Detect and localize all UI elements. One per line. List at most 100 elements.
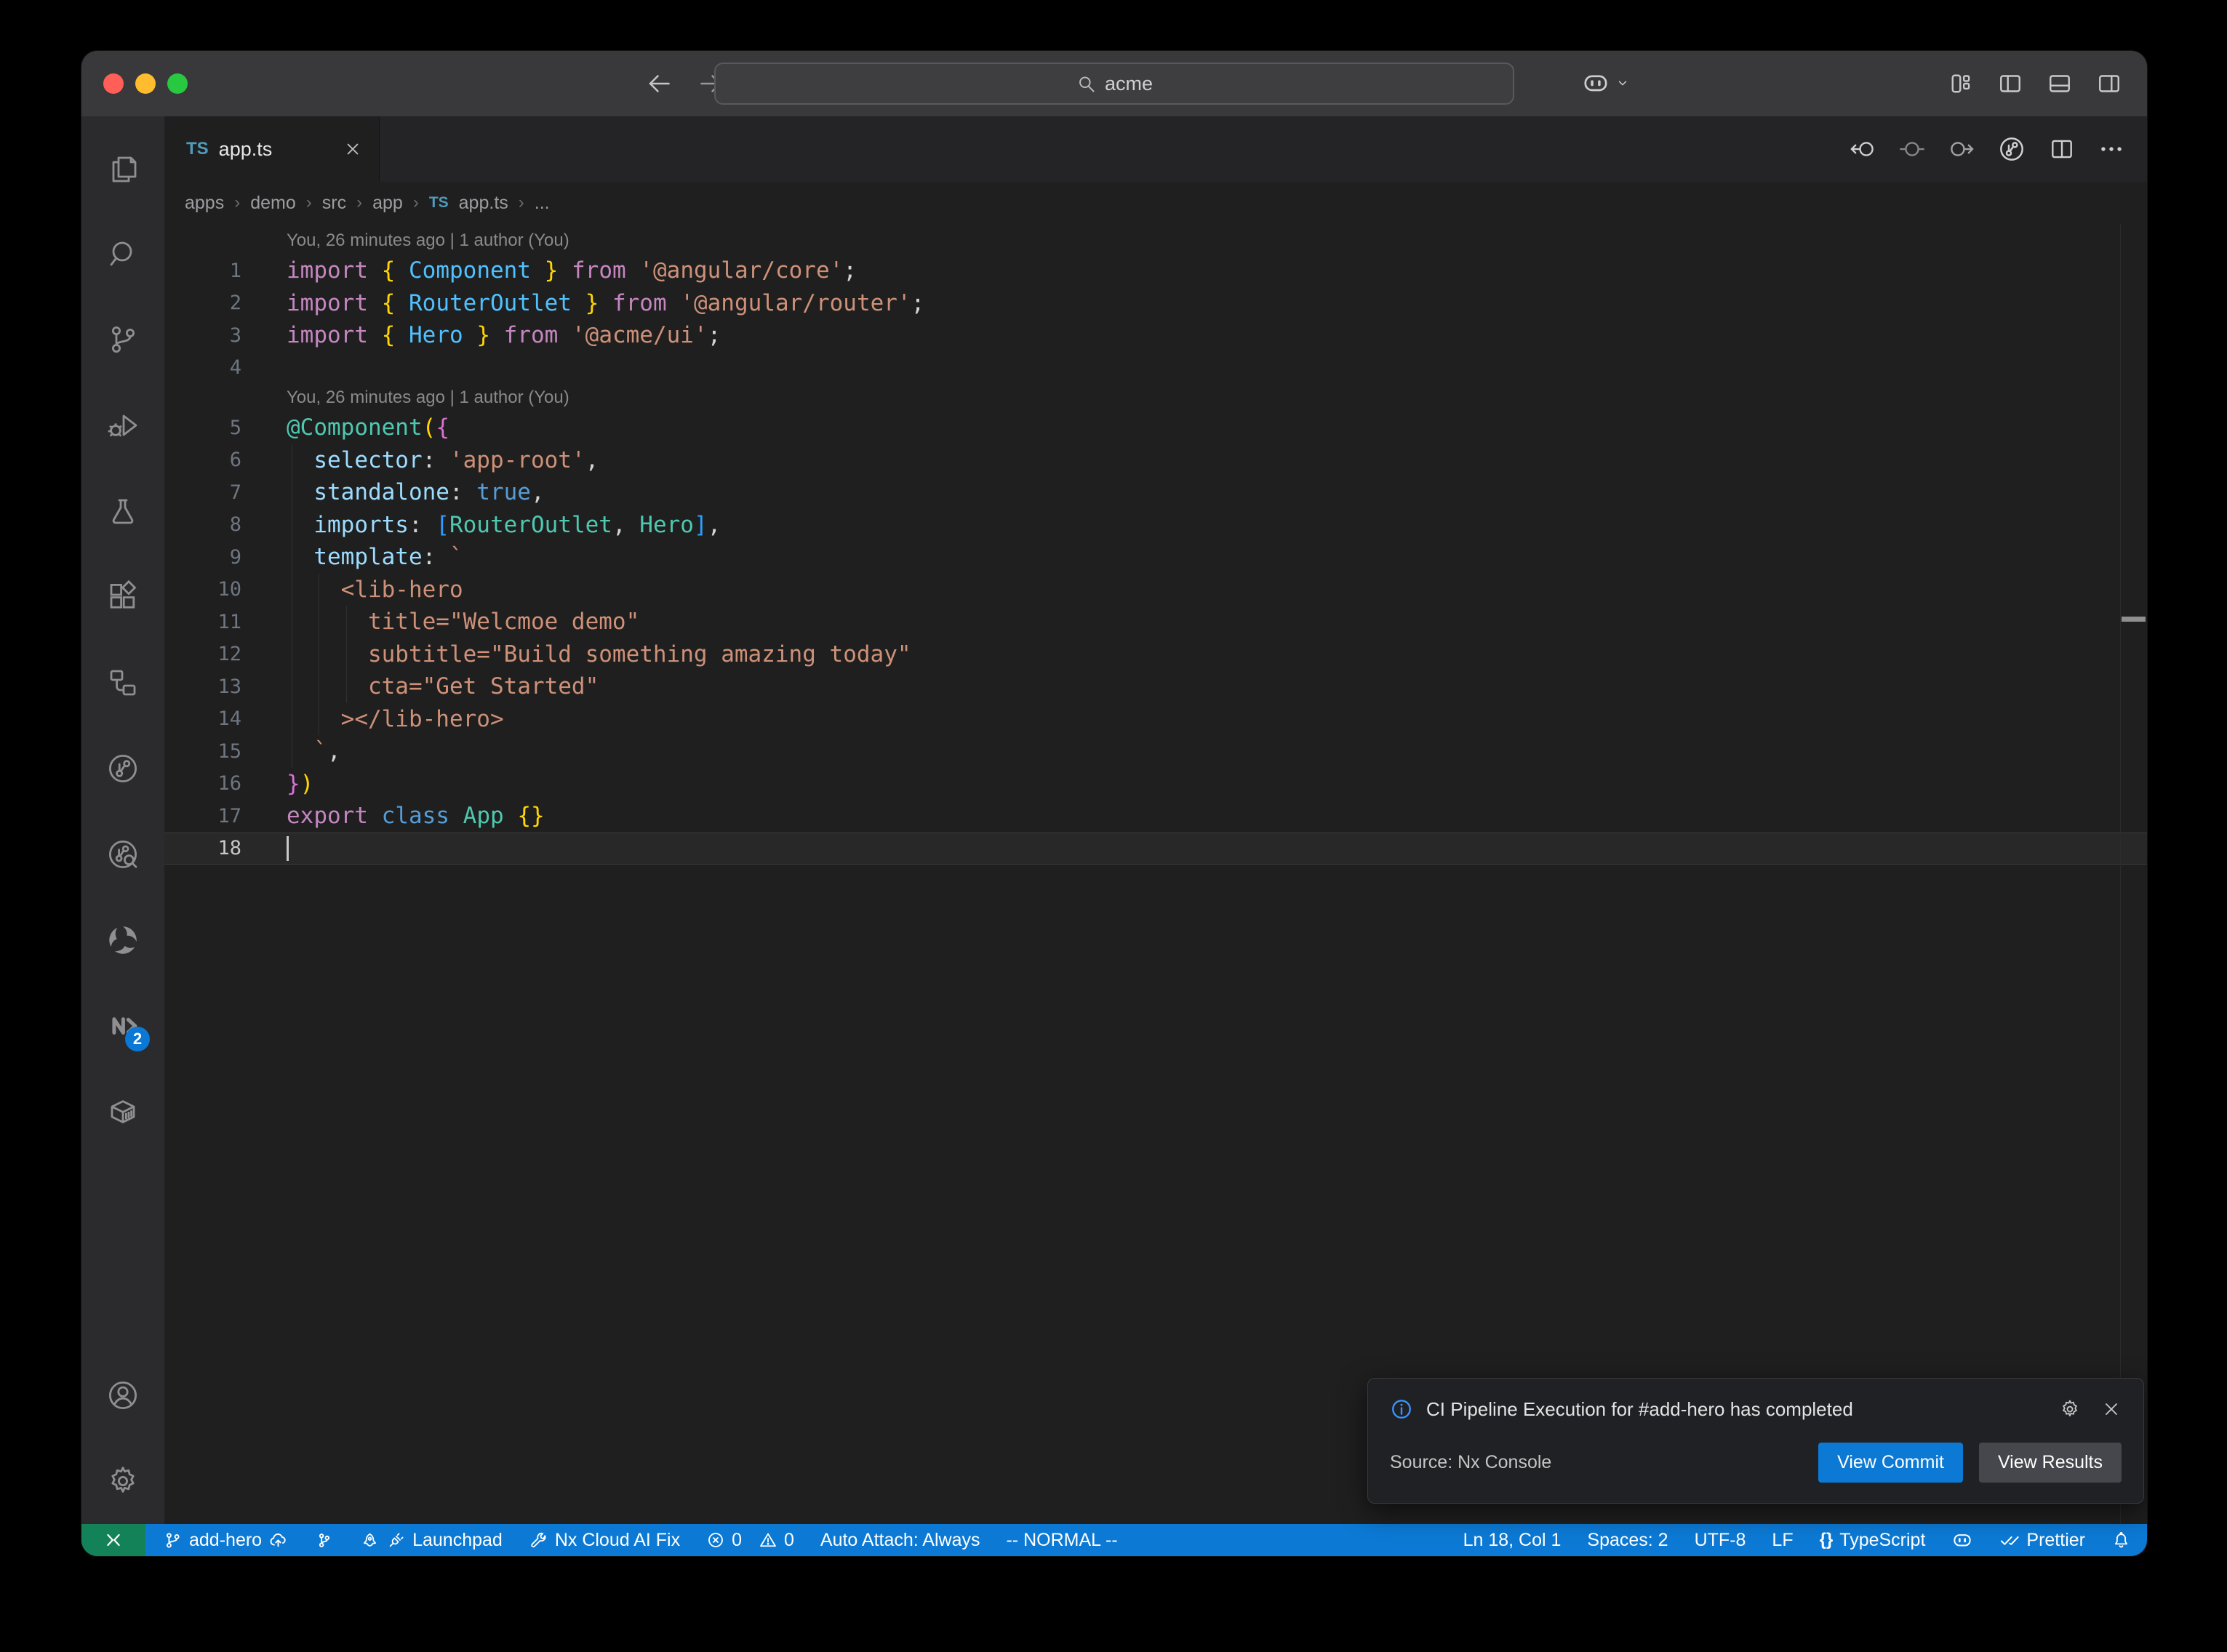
nav-forward-circle-icon[interactable]: [1948, 135, 1975, 163]
activity-extensions[interactable]: [81, 554, 164, 640]
problems-status[interactable]: 0 0: [706, 1530, 794, 1551]
close-tab-icon[interactable]: [343, 139, 363, 159]
code-line[interactable]: 18: [164, 833, 2147, 865]
codelens-blame-line[interactable]: You, 26 minutes ago | 1 author (You): [164, 384, 2147, 412]
title-bar: acme: [81, 51, 2147, 116]
view-commit-button[interactable]: View Commit: [1818, 1443, 1963, 1483]
copilot-status[interactable]: [1951, 1529, 1973, 1551]
settings-menu[interactable]: [81, 1438, 164, 1524]
code-line[interactable]: 15 `,: [164, 735, 2147, 768]
breadcrumb-app[interactable]: app: [372, 193, 403, 214]
command-center-search[interactable]: acme: [714, 63, 1514, 105]
commit-graph-status[interactable]: [314, 1531, 334, 1550]
nx-cloud-fix-status[interactable]: Nx Cloud AI Fix: [529, 1530, 680, 1551]
line-number: 17: [164, 805, 241, 827]
line-content: standalone: true,: [287, 476, 545, 509]
editor-actions: [1849, 116, 2147, 182]
toggle-secondary-sidebar-icon[interactable]: [2096, 71, 2122, 97]
line-content: cta="Get Started": [287, 670, 599, 703]
breadcrumb-apps[interactable]: apps: [185, 193, 224, 214]
remote-indicator[interactable]: [81, 1524, 145, 1556]
close-icon[interactable]: [2101, 1399, 2122, 1419]
breadcrumb-symbol[interactable]: ...: [535, 193, 550, 214]
back-icon[interactable]: [646, 71, 672, 97]
activity-commit-graph[interactable]: [81, 726, 164, 811]
zoom-window-button[interactable]: [167, 73, 188, 94]
view-results-button[interactable]: View Results: [1979, 1443, 2122, 1483]
customize-layout-icon[interactable]: [1948, 71, 1974, 97]
line-content: imports: [RouterOutlet, Hero],: [287, 509, 721, 542]
line-number: 15: [164, 740, 241, 763]
code-line[interactable]: 14 ></lib-hero>: [164, 703, 2147, 736]
activity-testing[interactable]: [81, 468, 164, 554]
activity-devtools[interactable]: [81, 897, 164, 983]
activity-source-control[interactable]: [81, 297, 164, 382]
nx-badge: 2: [125, 1027, 150, 1051]
code-line[interactable]: 3import { Hero } from '@acme/ui';: [164, 319, 2147, 352]
code-line[interactable]: 11 title="Welcmoe demo": [164, 606, 2147, 638]
line-content: You, 26 minutes ago | 1 author (You): [287, 384, 569, 412]
encoding-status[interactable]: UTF-8: [1695, 1530, 1746, 1551]
branch-name: add-hero: [189, 1530, 262, 1551]
code-line[interactable]: 13 cta="Get Started": [164, 670, 2147, 703]
branch-status[interactable]: add-hero: [163, 1530, 288, 1551]
nav-current-circle-icon[interactable]: [1898, 135, 1926, 163]
activity-nx-console[interactable]: 2: [81, 983, 164, 1069]
git-branch-icon: [105, 322, 140, 357]
code-line[interactable]: 5@Component({: [164, 412, 2147, 444]
code-line[interactable]: 17export class App {}: [164, 800, 2147, 833]
code-line[interactable]: 12 subtitle="Build something amazing tod…: [164, 638, 2147, 671]
copilot-menu[interactable]: [1581, 68, 1629, 97]
breadcrumb-file[interactable]: app.ts: [459, 193, 508, 214]
vim-mode-status[interactable]: -- NORMAL --: [1006, 1530, 1117, 1551]
activity-run-debug[interactable]: [81, 382, 164, 468]
nav-back-circle-icon[interactable]: [1849, 135, 1876, 163]
nx-cloud-fix-label: Nx Cloud AI Fix: [555, 1530, 680, 1551]
tab-app-ts[interactable]: TS app.ts: [164, 116, 380, 182]
activity-containers[interactable]: [81, 1069, 164, 1155]
codelens-blame-line[interactable]: You, 26 minutes ago | 1 author (You): [164, 227, 2147, 254]
notifications-status[interactable]: [2111, 1531, 2131, 1550]
notification-controls: [2059, 1398, 2122, 1420]
language-mode-status[interactable]: {} TypeScript: [1820, 1530, 1926, 1551]
eol-status[interactable]: LF: [1772, 1530, 1793, 1551]
notification-settings-icon[interactable]: [2059, 1398, 2081, 1420]
code-line[interactable]: 1import { Component } from '@angular/cor…: [164, 254, 2147, 287]
code-line[interactable]: 10 <lib-hero: [164, 574, 2147, 606]
code-line[interactable]: 4: [164, 352, 2147, 385]
breadcrumb-src[interactable]: src: [322, 193, 346, 214]
close-window-button[interactable]: [103, 73, 124, 94]
breadcrumb-demo[interactable]: demo: [250, 193, 296, 214]
line-number: 16: [164, 772, 241, 795]
activity-search[interactable]: [81, 211, 164, 297]
minimize-window-button[interactable]: [135, 73, 156, 94]
formatter-status[interactable]: Prettier: [1999, 1530, 2085, 1551]
container-icon: [105, 1094, 140, 1129]
split-editor-icon[interactable]: [2048, 135, 2076, 163]
account-icon: [105, 1378, 140, 1413]
overview-ruler-marker[interactable]: [2122, 617, 2146, 622]
plug-icon: [386, 1531, 406, 1550]
commit-graph-icon[interactable]: [1997, 135, 2026, 164]
toggle-panel-icon[interactable]: [2047, 71, 2073, 97]
code-line[interactable]: 6 selector: 'app-root',: [164, 444, 2147, 477]
activity-explorer[interactable]: [81, 125, 164, 211]
code-line[interactable]: 7 standalone: true,: [164, 476, 2147, 509]
accounts-menu[interactable]: [81, 1352, 164, 1438]
line-number: 8: [164, 513, 241, 536]
activity-hierarchy-view[interactable]: [81, 640, 164, 726]
activity-gitlens-inspect[interactable]: [81, 811, 164, 897]
code-editor[interactable]: You, 26 minutes ago | 1 author (You)1imp…: [164, 224, 2147, 1524]
auto-attach-status[interactable]: Auto Attach: Always: [820, 1530, 980, 1551]
code-line[interactable]: 16}): [164, 768, 2147, 801]
more-actions-icon[interactable]: [2098, 135, 2125, 163]
code-line[interactable]: 9 template: `: [164, 541, 2147, 574]
cursor-position-status[interactable]: Ln 18, Col 1: [1463, 1530, 1562, 1551]
launchpad-status[interactable]: Launchpad: [360, 1530, 503, 1551]
toggle-sidebar-icon[interactable]: [1997, 71, 2023, 97]
line-content: }): [287, 768, 313, 801]
info-icon: [1390, 1398, 1413, 1421]
indentation-status[interactable]: Spaces: 2: [1587, 1530, 1668, 1551]
code-line[interactable]: 2import { RouterOutlet } from '@angular/…: [164, 287, 2147, 320]
code-line[interactable]: 8 imports: [RouterOutlet, Hero],: [164, 509, 2147, 542]
